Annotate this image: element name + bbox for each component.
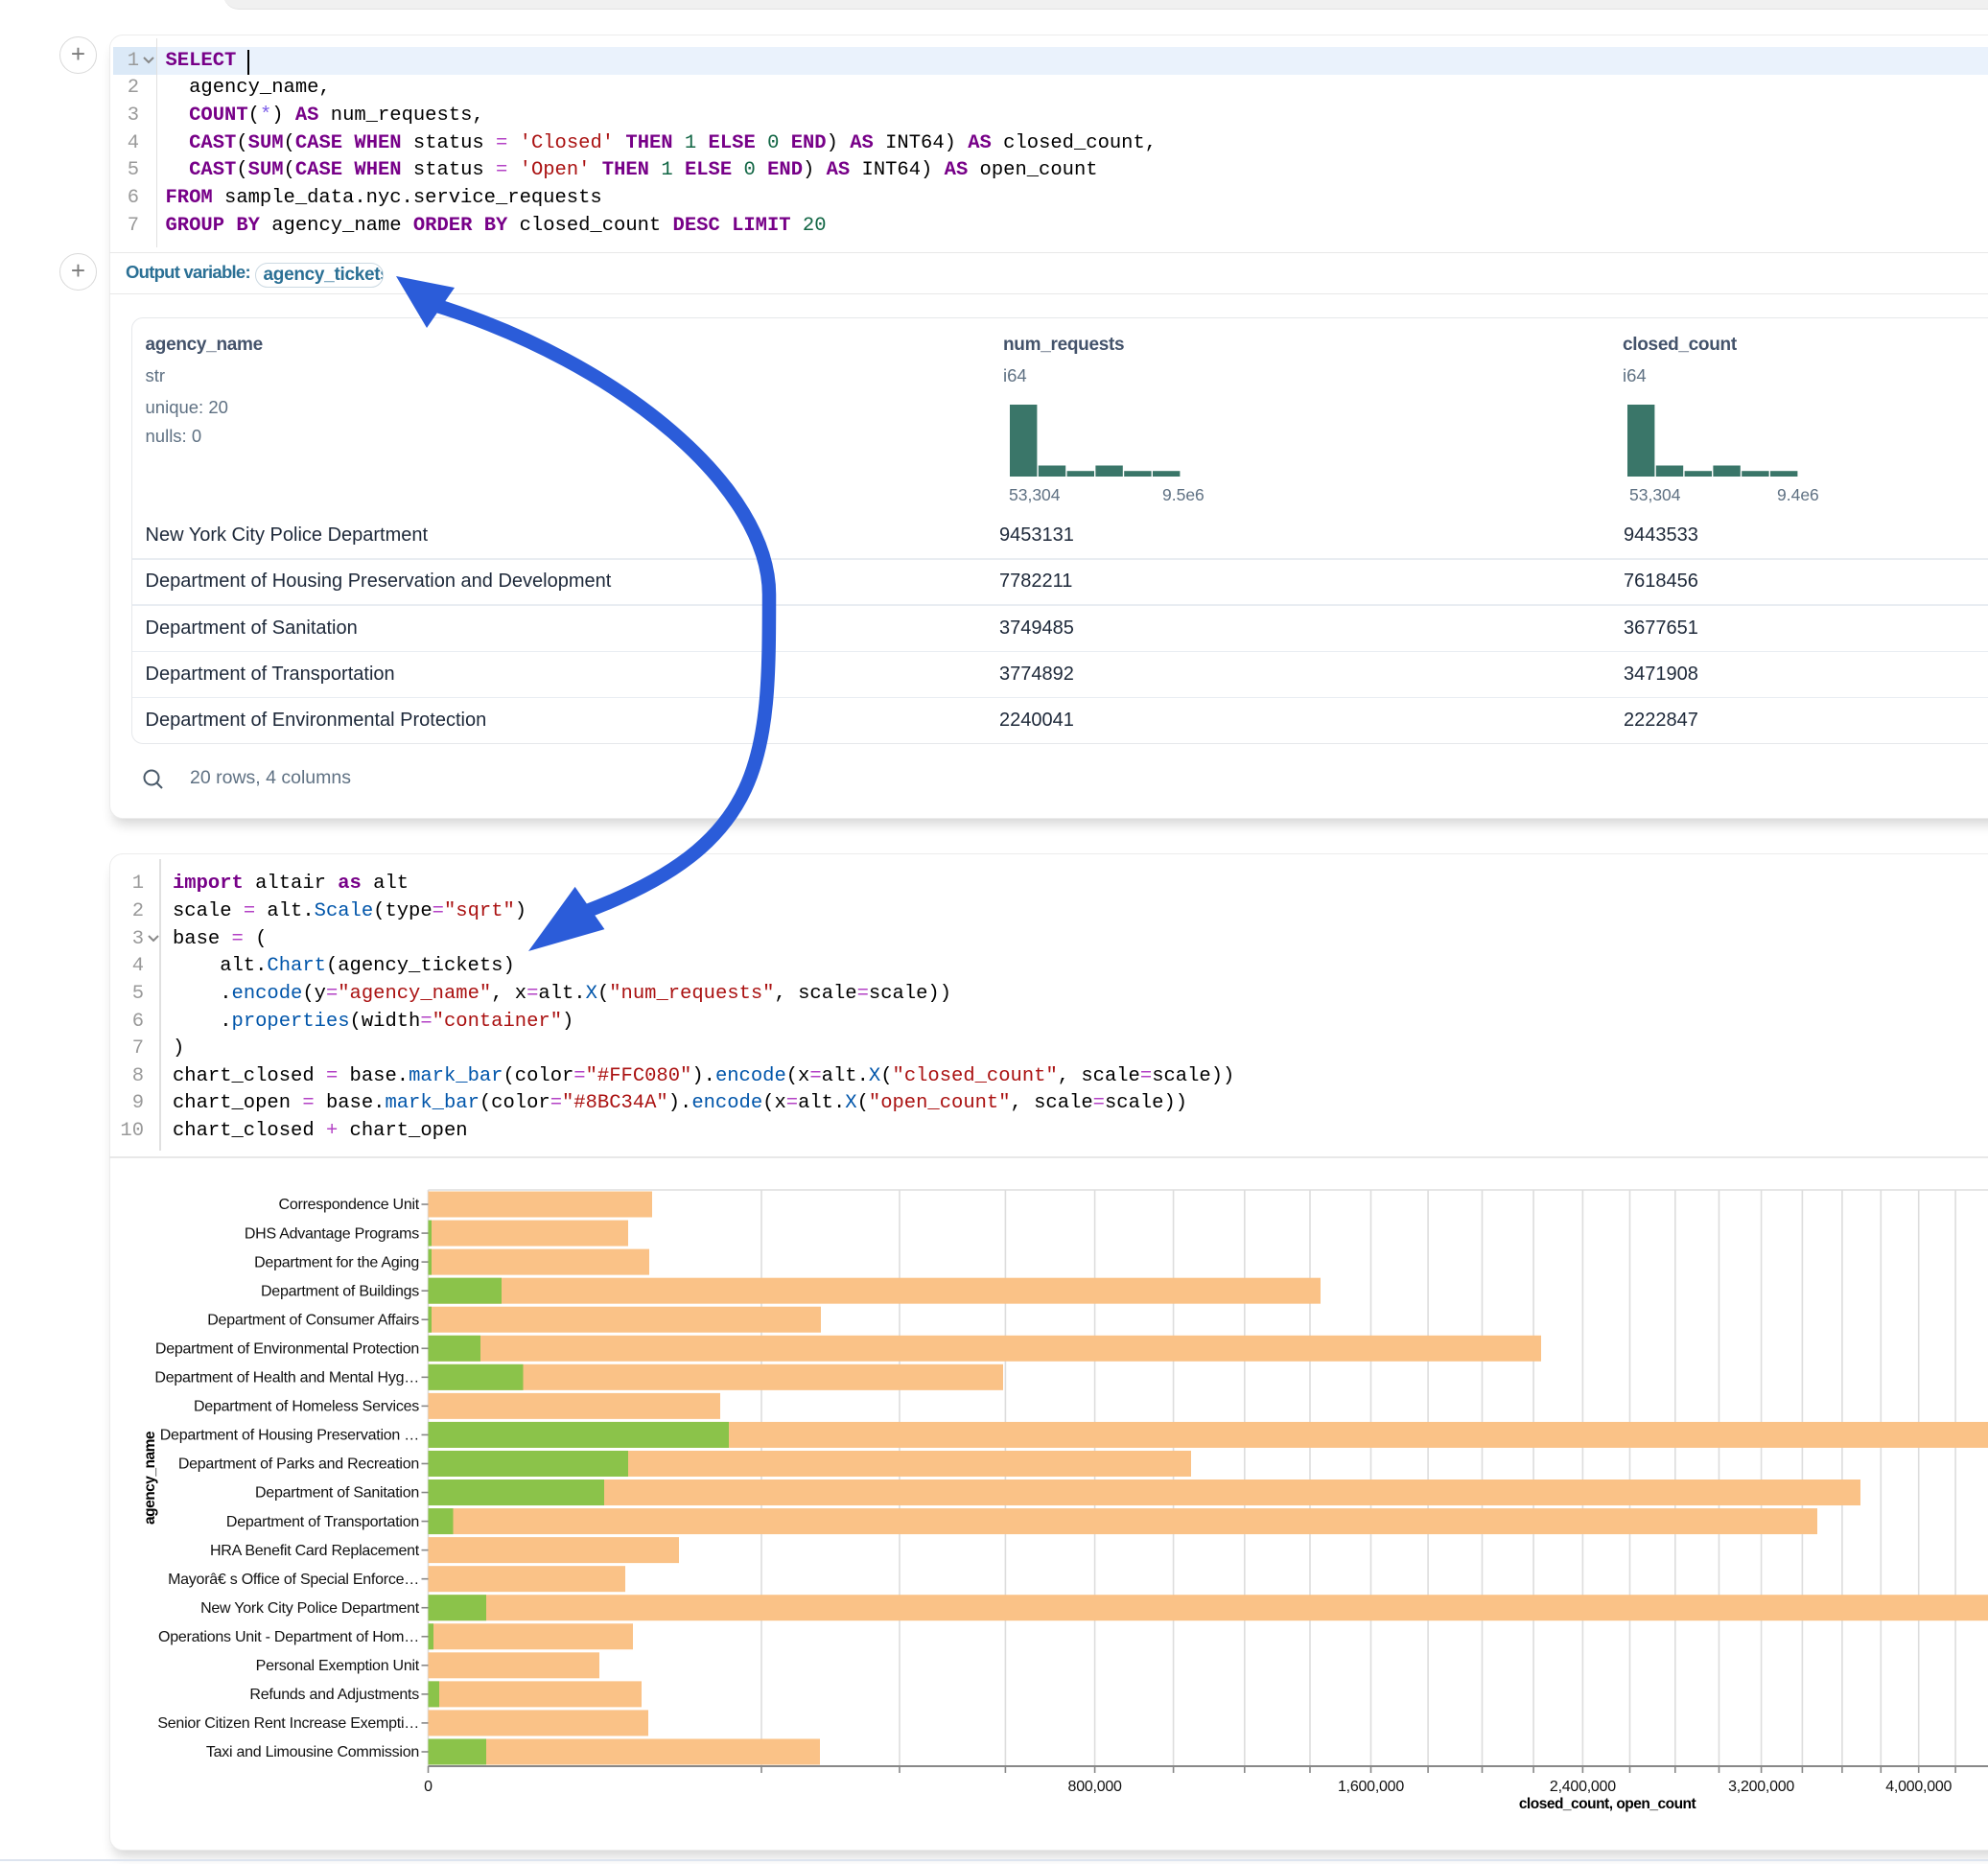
svg-text:Senior Citizen Rent Increase E: Senior Citizen Rent Increase Exempti… xyxy=(157,1715,419,1732)
svg-text:1,600,000: 1,600,000 xyxy=(1338,1779,1404,1795)
svg-text:4,000,000: 4,000,000 xyxy=(1885,1779,1952,1795)
svg-text:Department of Health and Menta: Department of Health and Mental Hyg… xyxy=(154,1370,419,1386)
svg-text:Department for the Aging: Department for the Aging xyxy=(254,1254,419,1270)
svg-text:Department of Sanitation: Department of Sanitation xyxy=(255,1485,419,1502)
svg-text:HRA Benefit Card Replacement: HRA Benefit Card Replacement xyxy=(210,1543,420,1559)
svg-text:2,400,000: 2,400,000 xyxy=(1550,1779,1616,1795)
svg-text:800,000: 800,000 xyxy=(1068,1779,1122,1795)
svg-text:0: 0 xyxy=(424,1779,433,1795)
svg-text:Department of Homeless Service: Department of Homeless Services xyxy=(194,1399,419,1415)
svg-text:Taxi and Limousine Commission: Taxi and Limousine Commission xyxy=(206,1744,419,1760)
svg-text:agency_name: agency_name xyxy=(142,1431,158,1525)
svg-text:Department of Housing Preserva: Department of Housing Preservation … xyxy=(160,1428,419,1444)
svg-text:closed_count, open_count: closed_count, open_count xyxy=(1519,1796,1696,1812)
svg-text:Refunds and Adjustments: Refunds and Adjustments xyxy=(249,1687,419,1703)
svg-text:Department of Environmental Pr: Department of Environmental Protection xyxy=(155,1340,419,1357)
svg-text:Department of Buildings: Department of Buildings xyxy=(261,1283,419,1299)
svg-text:3,200,000: 3,200,000 xyxy=(1728,1779,1794,1795)
svg-text:Department of Transportation: Department of Transportation xyxy=(226,1514,419,1530)
svg-text:DHS Advantage Programs: DHS Advantage Programs xyxy=(245,1225,419,1242)
svg-text:Mayorâ€ s Office of Special En: Mayorâ€ s Office of Special Enforce… xyxy=(168,1572,419,1588)
svg-text:Department of Parks and Recrea: Department of Parks and Recreation xyxy=(178,1456,419,1473)
svg-text:Department of Consumer Affairs: Department of Consumer Affairs xyxy=(207,1312,419,1328)
svg-text:Correspondence Unit: Correspondence Unit xyxy=(279,1197,420,1213)
svg-text:Personal Exemption Unit: Personal Exemption Unit xyxy=(256,1658,420,1674)
svg-text:Operations Unit - Department o: Operations Unit - Department of Hom… xyxy=(158,1629,419,1645)
svg-text:New York City Police Departmen: New York City Police Department xyxy=(200,1600,420,1617)
